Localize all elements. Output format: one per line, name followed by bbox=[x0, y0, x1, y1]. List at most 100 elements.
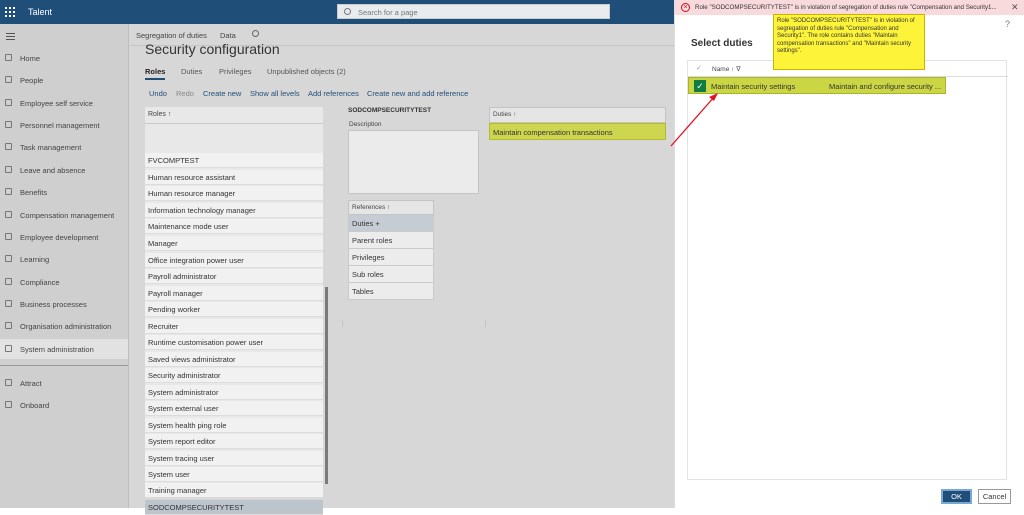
list-item[interactable]: System tracing user bbox=[145, 451, 323, 466]
roles-list: Roles ↑ FVCOMPTEST Human resource assist… bbox=[145, 107, 323, 515]
reference-tables[interactable]: Tables bbox=[348, 283, 434, 300]
sidebar-item-compensation-management[interactable]: Compensation management bbox=[0, 205, 128, 225]
list-item[interactable]: System administrator bbox=[145, 385, 323, 400]
sidebar-item-learning[interactable]: Learning bbox=[0, 249, 128, 269]
splitter-handle[interactable]: ⋮ bbox=[339, 320, 346, 328]
show-all-levels-button[interactable]: Show all levels bbox=[250, 89, 300, 98]
tab-unpublished-objects[interactable]: Unpublished objects (2) bbox=[267, 67, 346, 76]
sidebar-item-leave-and-absence[interactable]: Leave and absence bbox=[0, 160, 128, 180]
sidebar-item-home[interactable]: Home bbox=[0, 48, 128, 68]
select-all-checkbox[interactable]: ✓ bbox=[696, 64, 702, 72]
sidebar-item-benefits[interactable]: Benefits bbox=[0, 182, 128, 202]
compliance-icon bbox=[5, 278, 12, 285]
sidebar: Home People Employee self service Person… bbox=[0, 24, 129, 508]
name-column-header[interactable]: Name ↑ ∇ bbox=[712, 65, 741, 73]
reference-privileges[interactable]: Privileges bbox=[348, 249, 434, 266]
select-duties-dialog: × Role "SODCOMPSECURITYTEST" is in viola… bbox=[674, 0, 1024, 508]
sidebar-item-system-administration[interactable]: System administration bbox=[0, 339, 128, 359]
sidebar-item-label: Compliance bbox=[20, 278, 60, 287]
create-new-button[interactable]: Create new bbox=[203, 89, 241, 98]
close-icon[interactable]: ✕ bbox=[1011, 2, 1019, 13]
learning-icon bbox=[5, 255, 12, 262]
breadcrumb-item[interactable]: Segregation of duties bbox=[136, 31, 207, 40]
help-icon[interactable]: ? bbox=[1005, 19, 1010, 29]
hamburger-menu-icon[interactable] bbox=[6, 33, 15, 42]
list-item[interactable]: Payroll administrator bbox=[145, 269, 323, 284]
tab-privileges[interactable]: Privileges bbox=[219, 67, 252, 76]
list-item[interactable]: Office integration power user bbox=[145, 253, 323, 268]
list-item[interactable]: Human resource assistant bbox=[145, 170, 323, 185]
sidebar-item-organisation-administration[interactable]: Organisation administration bbox=[0, 316, 128, 336]
splitter-handle[interactable]: ⋮ bbox=[482, 320, 489, 328]
reference-duties[interactable]: Duties + bbox=[348, 215, 434, 232]
cancel-button[interactable]: Cancel bbox=[978, 489, 1011, 504]
tab-roles[interactable]: Roles bbox=[145, 67, 166, 80]
description-field[interactable] bbox=[348, 130, 479, 194]
error-icon: × bbox=[681, 3, 690, 12]
list-item[interactable]: System report editor bbox=[145, 434, 323, 449]
app-launcher-icon[interactable] bbox=[5, 7, 15, 17]
sidebar-item-employee-self-service[interactable]: Employee self service bbox=[0, 93, 128, 113]
sidebar-item-business-processes[interactable]: Business processes bbox=[0, 294, 128, 314]
sidebar-item-label: Home bbox=[20, 54, 41, 63]
list-item[interactable]: Payroll manager bbox=[145, 286, 323, 301]
sidebar-item-compliance[interactable]: Compliance bbox=[0, 272, 128, 292]
search-icon[interactable] bbox=[252, 30, 259, 37]
duties-grid: ✓ Name ↑ ∇ ✓ Maintain security settings … bbox=[687, 60, 1008, 480]
references-header[interactable]: References ↑ bbox=[348, 200, 434, 215]
person-icon bbox=[5, 99, 12, 106]
sidebar-item-label: Employee self service bbox=[20, 99, 93, 108]
list-item[interactable]: System health ping role bbox=[145, 418, 323, 433]
sidebar-item-label: Learning bbox=[20, 255, 50, 264]
sidebar-item-people[interactable]: People bbox=[0, 70, 128, 90]
list-item[interactable]: Runtime customisation power user bbox=[145, 335, 323, 350]
search-icon bbox=[344, 8, 351, 15]
duty-row[interactable]: Maintain compensation transactions bbox=[489, 123, 666, 140]
ok-button[interactable]: OK bbox=[941, 489, 972, 504]
list-item[interactable]: Manager bbox=[145, 236, 323, 251]
redo-button[interactable]: Redo bbox=[176, 89, 194, 98]
benefits-icon bbox=[5, 188, 12, 195]
list-item[interactable]: Human resource manager bbox=[145, 186, 323, 201]
list-item[interactable]: System external user bbox=[145, 401, 323, 416]
sidebar-item-label: Personnel management bbox=[20, 121, 100, 130]
list-item[interactable]: System user bbox=[145, 467, 323, 482]
top-bar: Talent Search for a page bbox=[0, 0, 674, 24]
list-item[interactable]: Security administrator bbox=[145, 368, 323, 383]
home-icon bbox=[5, 54, 12, 61]
add-references-button[interactable]: Add references bbox=[308, 89, 359, 98]
sidebar-item-task-management[interactable]: Task management bbox=[0, 137, 128, 157]
sidebar-item-label: Attract bbox=[20, 379, 42, 388]
row-checkbox[interactable]: ✓ bbox=[694, 80, 706, 92]
sidebar-item-label: Compensation management bbox=[20, 211, 115, 220]
violation-tooltip: Role "SODCOMPSECURITYTEST" is in violati… bbox=[773, 14, 925, 70]
description-label: Description bbox=[349, 121, 382, 128]
list-item[interactable]: Information technology manager bbox=[145, 203, 323, 218]
list-item[interactable]: FVCOMPTEST bbox=[145, 153, 323, 168]
table-row[interactable]: ✓ Maintain security settings Maintain an… bbox=[688, 77, 946, 94]
tab-duties[interactable]: Duties bbox=[181, 67, 202, 76]
sidebar-item-onboard[interactable]: Onboard bbox=[0, 395, 128, 415]
sidebar-item-attract[interactable]: Attract bbox=[0, 373, 128, 393]
list-item[interactable]: Saved views administrator bbox=[145, 352, 323, 367]
create-new-and-add-reference-button[interactable]: Create new and add reference bbox=[367, 89, 468, 98]
list-item[interactable]: Pending worker bbox=[145, 302, 323, 317]
sidebar-item-label: Onboard bbox=[20, 401, 50, 410]
scrollbar[interactable] bbox=[325, 287, 328, 484]
sidebar-item-personnel-management[interactable]: Personnel management bbox=[0, 115, 128, 135]
list-item[interactable]: Training manager bbox=[145, 483, 323, 498]
duties-column-header[interactable]: Duties ↑ bbox=[489, 107, 666, 123]
roles-column-header[interactable]: Roles ↑ bbox=[145, 107, 323, 124]
list-item[interactable]: Recruiter bbox=[145, 319, 323, 334]
undo-button[interactable]: Undo bbox=[149, 89, 167, 98]
error-message-bar: × Role "SODCOMPSECURITYTEST" is in viola… bbox=[675, 0, 1024, 15]
onboard-icon bbox=[5, 401, 12, 408]
sidebar-item-employee-development[interactable]: Employee development bbox=[0, 227, 128, 247]
reference-parent-roles[interactable]: Parent roles bbox=[348, 232, 434, 249]
dialog-title: Select duties bbox=[691, 38, 753, 49]
breadcrumb-item[interactable]: Data bbox=[220, 31, 236, 40]
app-name: Talent bbox=[28, 7, 53, 17]
search-input[interactable]: Search for a page bbox=[337, 4, 610, 19]
list-item[interactable]: Maintenance mode user bbox=[145, 219, 323, 234]
reference-sub-roles[interactable]: Sub roles bbox=[348, 266, 434, 283]
